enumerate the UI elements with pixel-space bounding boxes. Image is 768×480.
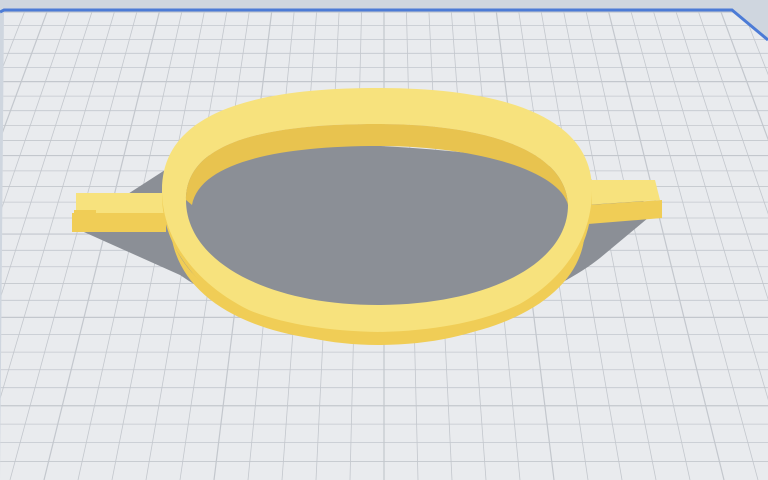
left-tab-notch	[74, 210, 96, 216]
model-right-tab	[585, 180, 662, 224]
model-left-tab	[72, 193, 166, 232]
3d-viewport[interactable]	[0, 0, 768, 480]
build-plate-scene[interactable]	[0, 0, 768, 480]
